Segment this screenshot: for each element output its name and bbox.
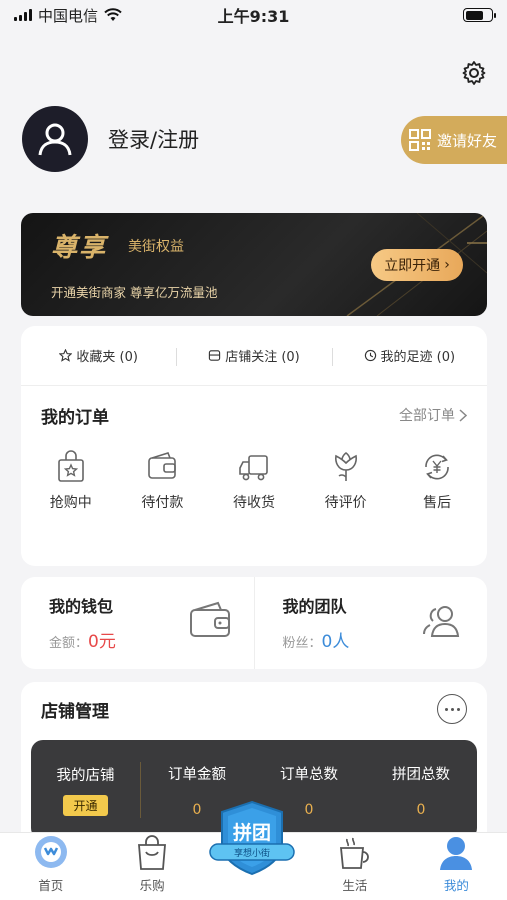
order-status-label: 售后 xyxy=(423,495,452,511)
user-avatar-icon xyxy=(38,123,72,156)
stat-label: 拼团总数 xyxy=(392,766,450,783)
order-status-pending-delivery[interactable]: 待收货 xyxy=(214,450,294,512)
tab-label: 首页 xyxy=(38,878,64,893)
order-status-label: 待收货 xyxy=(232,495,275,511)
order-status-row: 抢购中 待付款 待收货 待评价 售后 xyxy=(21,444,487,512)
order-status-pending-payment[interactable]: 待付款 xyxy=(122,450,202,512)
quick-link-label: 收藏夹 (0) xyxy=(76,350,138,365)
my-shop-section[interactable]: 我的店铺 开通 xyxy=(31,762,141,818)
wifi-icon xyxy=(104,8,122,21)
shop-icon xyxy=(209,350,221,361)
wallet-icon xyxy=(148,452,177,479)
orders-card: 收藏夹 (0) 店铺关注 (0) 我的足迹 (0) 我的订单 全部订单 抢购中 xyxy=(21,326,487,566)
invite-friends-button[interactable]: 邀请好友 xyxy=(401,116,507,164)
quick-link-label: 店铺关注 (0) xyxy=(225,350,300,365)
profile-row[interactable]: 登录/注册 xyxy=(22,106,199,172)
vip-open-button[interactable]: 立即开通 › xyxy=(371,249,463,281)
order-status-label: 待付款 xyxy=(141,495,184,511)
quick-links-row: 收藏夹 (0) 店铺关注 (0) 我的足迹 (0) xyxy=(21,326,487,386)
vip-description: 开通美街商家 尊享亿万流量池 xyxy=(51,285,218,300)
stat-label: 订单金额 xyxy=(168,766,226,783)
wallet-team-card: 我的钱包 金额：0元 我的团队 粉丝：0人 xyxy=(21,577,487,669)
status-bar: 中国电信 上午9:31 xyxy=(0,0,507,30)
all-orders-label: 全部订单 xyxy=(399,408,455,424)
quick-link-followed-shops[interactable]: 店铺关注 (0) xyxy=(176,346,331,366)
orders-title: 我的订单 xyxy=(41,407,109,428)
clock-icon xyxy=(364,349,376,362)
wallet-section[interactable]: 我的钱包 金额：0元 xyxy=(21,577,254,669)
vip-open-label: 立即开通 xyxy=(384,258,441,274)
carrier-label: 中国电信 xyxy=(38,6,99,25)
stat-value: 0 xyxy=(304,801,314,818)
order-status-after-sales[interactable]: 售后 xyxy=(397,450,477,512)
shopping-bag-icon xyxy=(138,835,167,870)
chevron-right-icon: › xyxy=(444,257,450,273)
order-status-flash-sale[interactable]: 抢购中 xyxy=(31,450,111,512)
team-section[interactable]: 我的团队 粉丝：0人 xyxy=(253,577,488,669)
team-fans-value: 0人 xyxy=(321,632,350,652)
more-options-button[interactable] xyxy=(437,694,467,724)
signal-icon xyxy=(14,9,32,21)
tab-shopping[interactable]: 乐购 xyxy=(101,833,202,900)
tab-label: 乐购 xyxy=(139,878,165,893)
order-status-label: 抢购中 xyxy=(49,495,92,511)
tab-life[interactable]: 生活 xyxy=(304,833,405,900)
quick-link-favorites[interactable]: 收藏夹 (0) xyxy=(21,346,176,365)
all-orders-link[interactable]: 全部订单 xyxy=(399,405,467,425)
person-icon xyxy=(440,837,473,870)
stat-value: 0 xyxy=(416,801,426,818)
open-shop-button[interactable]: 开通 xyxy=(63,795,108,816)
bag-star-icon xyxy=(57,450,84,482)
wallet-icon xyxy=(189,601,230,637)
invite-label: 邀请好友 xyxy=(437,131,498,150)
quick-link-label: 我的足迹 (0) xyxy=(380,350,456,365)
quick-link-history[interactable]: 我的足迹 (0) xyxy=(331,346,487,366)
yuan-refresh-icon xyxy=(425,454,449,480)
shop-header: 店铺管理 xyxy=(21,682,487,736)
vip-title: 尊享 xyxy=(51,233,108,263)
home-logo-icon xyxy=(34,836,67,868)
stat-value: 0 xyxy=(192,801,202,818)
group-buy-badge-button[interactable]: 拼团 享想小街 xyxy=(206,800,298,876)
order-status-label: 待评价 xyxy=(324,495,367,511)
tab-label: 我的 xyxy=(443,878,469,893)
tab-home[interactable]: 首页 xyxy=(0,833,101,900)
order-status-pending-review[interactable]: 待评价 xyxy=(306,450,386,512)
group-buy-badge-subtext: 享想小街 xyxy=(233,849,270,859)
vip-subtitle: 美街权益 xyxy=(128,239,184,255)
battery-icon xyxy=(463,8,496,22)
wallet-amount-value: 0元 xyxy=(88,632,116,652)
shop-title: 店铺管理 xyxy=(41,701,109,722)
orders-header: 我的订单 全部订单 xyxy=(21,386,487,444)
stat-label: 订单总数 xyxy=(280,766,338,783)
avatar[interactable] xyxy=(22,106,88,172)
tab-label: 生活 xyxy=(342,878,368,893)
vip-banner[interactable]: 尊享 美街权益 开通美街商家 尊享亿万流量池 立即开通 › xyxy=(21,213,487,316)
status-time: 上午9:31 xyxy=(217,7,290,26)
team-people-icon xyxy=(423,606,460,637)
group-buy-badge-text: 拼团 xyxy=(232,822,271,844)
qr-code-icon xyxy=(409,129,431,151)
tab-me[interactable]: 我的 xyxy=(406,833,507,900)
chevron-right-icon xyxy=(459,408,467,422)
coffee-cup-icon xyxy=(339,837,369,869)
my-shop-label: 我的店铺 xyxy=(56,768,115,784)
stat-group-buy-count: 拼团总数 0 xyxy=(365,763,477,818)
team-fans-label: 粉丝： xyxy=(282,636,322,651)
login-register-link[interactable]: 登录/注册 xyxy=(108,124,199,154)
settings-gear-icon[interactable] xyxy=(461,60,487,86)
flower-icon xyxy=(334,452,357,481)
truck-icon xyxy=(239,455,268,481)
wallet-amount-label: 金额： xyxy=(49,636,89,651)
star-icon xyxy=(59,349,73,362)
